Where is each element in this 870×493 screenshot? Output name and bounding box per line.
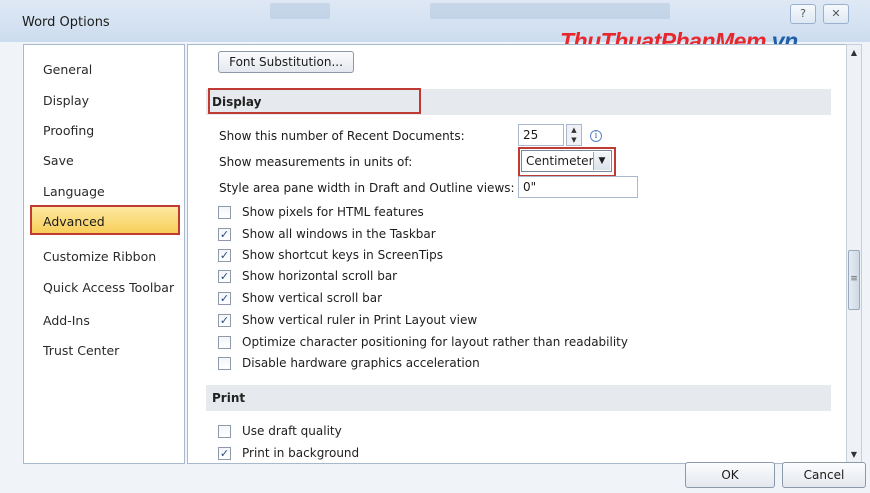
checkbox-checked[interactable]: ✓ [218, 270, 231, 283]
checkbox-label: Use draft quality [242, 424, 342, 438]
vertical-scrollbar[interactable]: ▲ ≡ ▼ [846, 44, 862, 464]
highlight-box [208, 88, 421, 114]
nav-item-general[interactable]: General [43, 62, 92, 77]
font-substitution-button[interactable]: Font Substitution... [218, 51, 354, 73]
checkbox-label: Show vertical ruler in Print Layout view [242, 313, 478, 327]
checkbox-label: Show shortcut keys in ScreenTips [242, 248, 443, 262]
checkbox-label: Show all windows in the Taskbar [242, 227, 436, 241]
checkbox-label: Optimize character positioning for layou… [242, 335, 628, 349]
scroll-up-icon[interactable]: ▲ [847, 46, 861, 60]
chevron-up-icon[interactable]: ▲ [567, 125, 581, 135]
options-nav: General Display Proofing Save Language A… [23, 44, 185, 464]
info-icon: i [590, 130, 602, 142]
checkbox-label: Disable hardware graphics acceleration [242, 356, 480, 370]
checkbox-label: Show vertical scroll bar [242, 291, 382, 305]
checkbox-checked[interactable]: ✓ [218, 249, 231, 262]
checkbox-checked[interactable]: ✓ [218, 228, 231, 241]
checkbox[interactable] [218, 336, 231, 349]
checkbox[interactable] [218, 357, 231, 370]
recent-documents-input[interactable]: 25 [518, 124, 564, 146]
background-blur [270, 3, 330, 19]
checkbox-label: Show horizontal scroll bar [242, 269, 398, 283]
nav-item-proofing[interactable]: Proofing [43, 123, 94, 138]
nav-item-customize-ribbon[interactable]: Customize Ribbon [43, 249, 156, 264]
nav-item-save[interactable]: Save [43, 153, 74, 168]
nav-item-quick-access-toolbar[interactable]: Quick Access Toolbar [43, 280, 174, 295]
recent-documents-stepper[interactable]: ▲ ▼ [566, 124, 582, 146]
ok-button[interactable]: OK [685, 462, 775, 488]
checkbox[interactable] [218, 425, 231, 438]
close-button[interactable]: ✕ [823, 4, 849, 24]
style-area-width-label: Style area pane width in Draft and Outli… [219, 181, 515, 195]
checkbox-label: Print in background [242, 446, 360, 460]
background-blur [430, 3, 670, 19]
nav-item-language[interactable]: Language [43, 184, 105, 199]
nav-item-advanced[interactable]: Advanced [30, 205, 180, 235]
nav-item-add-ins[interactable]: Add-Ins [43, 313, 90, 328]
checkbox-checked[interactable]: ✓ [218, 292, 231, 305]
section-title: Print [212, 391, 246, 405]
help-button[interactable]: ? [790, 4, 816, 24]
checkbox-checked[interactable]: ✓ [218, 314, 231, 327]
scroll-down-icon[interactable]: ▼ [847, 448, 861, 462]
checkbox-label: Show pixels for HTML features [242, 205, 424, 219]
style-area-width-input[interactable]: 0" [518, 176, 638, 198]
checkbox[interactable] [218, 206, 231, 219]
chevron-down-icon[interactable]: ▼ [567, 135, 581, 145]
print-section-header: Print [206, 385, 831, 411]
measurement-units-label: Show measurements in units of: [219, 155, 413, 169]
recent-documents-label: Show this number of Recent Documents: [219, 129, 465, 143]
highlight-box [518, 147, 616, 177]
nav-item-trust-center[interactable]: Trust Center [43, 343, 119, 358]
scroll-thumb[interactable]: ≡ [848, 250, 860, 310]
advanced-options-panel: Font Substitution... Display Show this n… [187, 44, 847, 464]
checkbox-checked[interactable]: ✓ [218, 447, 231, 460]
nav-item-display[interactable]: Display [43, 93, 89, 108]
cancel-button[interactable]: Cancel [782, 462, 866, 488]
window-title: Word Options [22, 15, 110, 30]
word-options-dialog: Word Options ? ✕ ThuThuatPhanMem.vn Gene… [0, 0, 870, 493]
